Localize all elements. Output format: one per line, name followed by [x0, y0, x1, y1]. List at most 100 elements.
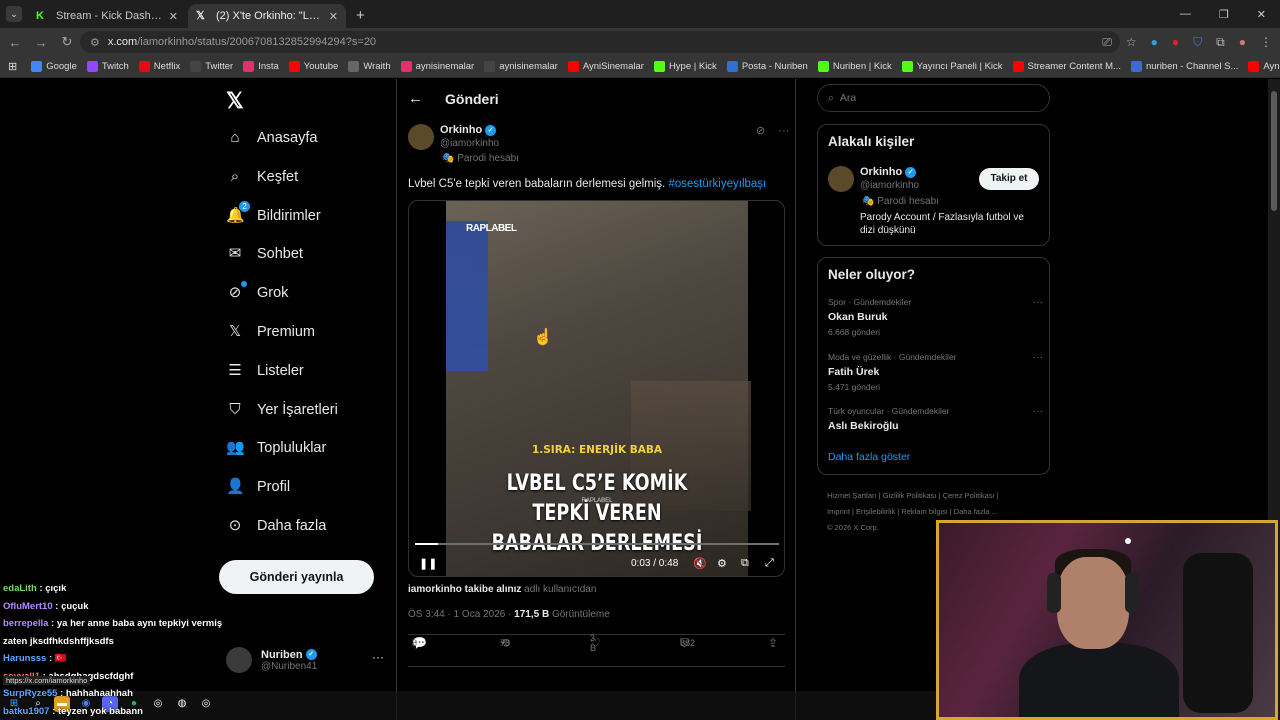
bookmark-item[interactable]: nuriben - Channel S... — [1130, 61, 1239, 72]
trend-item[interactable]: Spor · Gündemdekiler Okan Buruk 6.668 gö… — [828, 297, 1043, 337]
bookmark-item[interactable]: Streamer Content M... — [1012, 61, 1121, 72]
bookmark-item[interactable]: Hype | Kick — [653, 61, 717, 72]
youtube-icon — [567, 61, 579, 72]
mask-icon: 🎭 — [862, 196, 878, 207]
parody-label: 🎭 Parodi hesabı — [862, 196, 939, 207]
more-dots-icon[interactable]: ··· — [778, 125, 789, 137]
nav-item-mail[interactable]: ✉ Sohbet — [226, 245, 303, 263]
video-frame[interactable]: RAPLABEL 1.SIRA: ENERJİK BABA LVBEL C5’E… — [446, 201, 751, 576]
search-input[interactable]: ⌕ Ara — [817, 84, 1050, 112]
close-window-icon[interactable]: ✕ — [1257, 8, 1266, 21]
avatar[interactable] — [408, 124, 434, 150]
bookmark-item[interactable]: aynisinemalar — [484, 61, 558, 72]
forward-arrow-icon[interactable]: → — [28, 35, 54, 50]
profile-avatar[interactable]: ● — [1239, 35, 1246, 49]
nav-item-x[interactable]: 𝕏 Premium — [226, 323, 315, 341]
nav-item-search[interactable]: ⌕ Keşfet — [226, 168, 298, 186]
back-arrow-icon[interactable]: ← — [408, 90, 423, 107]
close-icon[interactable]: ✕ — [169, 10, 178, 23]
chat-message: OfluMert10 : çuçuk — [3, 598, 243, 616]
extension-icon[interactable]: ● — [1172, 35, 1179, 49]
follow-button[interactable]: Takip et — [979, 168, 1039, 190]
mail-icon: ✉ — [228, 245, 242, 263]
video-player[interactable]: RAPLABEL 1.SIRA: ENERJİK BABA LVBEL C5’E… — [408, 200, 785, 577]
cast-icon[interactable]: ⎚ — [1102, 35, 1112, 50]
star-icon[interactable]: ☆ — [1126, 35, 1137, 49]
tab-x-post[interactable]: 𝕏 (2) X'te Orkinho: "Lvbel C5'e tep ✕ — [188, 4, 346, 28]
new-tab-button[interactable]: + — [356, 7, 365, 24]
browser-tab-bar: ⌄ K Stream - Kick Dashboard ✕ 𝕏 (2) X'te… — [0, 0, 1280, 28]
nav-item-bell[interactable]: 🔔 2 Bildirimler — [226, 200, 321, 225]
nav-item-grok[interactable]: ⊘ Grok — [226, 281, 288, 302]
bookmark-item[interactable]: Aynı Sinemalar - Ça... — [1248, 61, 1280, 72]
hashtag-link[interactable]: #osestürkiyeyılbaşı — [668, 178, 766, 190]
trend-item[interactable]: Moda ve güzellik · Gündemdekiler Fatih Ü… — [828, 352, 1043, 392]
maximize-icon[interactable]: ❐ — [1219, 8, 1229, 21]
bookmark-item[interactable]: Wraith — [348, 61, 391, 72]
grok-icon[interactable]: ⊘ — [756, 125, 765, 137]
related-name[interactable]: Orkinho ✓ — [860, 166, 917, 178]
x-icon: 𝕏 — [196, 10, 205, 22]
video-progress-bar[interactable] — [415, 543, 779, 545]
settings-icon[interactable]: ⚙ — [717, 557, 727, 570]
bookmark-label: aynisinemalar — [415, 61, 475, 72]
chat-username: SurpRyze55 — [3, 688, 58, 699]
bookmark-item[interactable]: Netflix — [138, 61, 180, 72]
tweet-author-name[interactable]: Orkinho ✓ — [440, 124, 497, 136]
avatar[interactable] — [828, 166, 854, 192]
extension-icon[interactable]: ● — [1151, 35, 1158, 49]
bookmark-item[interactable]: Youtube — [288, 61, 338, 72]
x-logo-icon[interactable]: 𝕏 — [226, 88, 244, 114]
nav-item-more-circle[interactable]: ⊙ Daha fazla — [226, 517, 327, 535]
kick-icon — [901, 61, 913, 72]
nav-item-bookmark[interactable]: ⛉ Yer İşaretleri — [226, 401, 338, 419]
channel-icon — [1130, 61, 1142, 72]
fullscreen-icon[interactable]: ⤢ — [765, 557, 774, 570]
more-dots-icon[interactable]: ··· — [1033, 406, 1043, 417]
nav-item-list[interactable]: ☰ Listeler — [226, 362, 303, 380]
url-input[interactable]: ⚙ x.com/iamorkinho/status/20067081328529… — [80, 31, 1120, 53]
apps-grid-icon[interactable]: ⊞ — [8, 60, 17, 73]
menu-dots-icon[interactable]: ⋮ — [1260, 35, 1272, 49]
nav-item-people[interactable]: 👥 Topluluklar — [226, 439, 326, 457]
share-icon: ⇪ — [768, 636, 779, 650]
more-dots-icon[interactable]: ··· — [1033, 297, 1043, 308]
trend-item[interactable]: Türk oyuncular · Gündemdekiler Aslı Beki… — [828, 406, 1043, 432]
more-dots-icon[interactable]: ··· — [1033, 352, 1043, 363]
bookmark-item[interactable]: Posta - Nuriben — [726, 61, 808, 72]
minimize-icon[interactable]: — — [1180, 8, 1191, 20]
shield-icon[interactable]: ⛉ — [1193, 35, 1202, 50]
pip-icon[interactable]: ⧉ — [741, 557, 749, 570]
show-more-link[interactable]: Daha fazla göster — [828, 451, 910, 463]
puzzle-icon[interactable]: ⧉ — [1216, 35, 1225, 50]
close-icon[interactable]: ✕ — [329, 10, 338, 23]
nav-label: Topluluklar — [257, 440, 327, 457]
more-dots-icon[interactable]: ··· — [372, 650, 384, 664]
pause-icon[interactable]: ❚❚ — [419, 557, 437, 570]
back-arrow-icon[interactable]: ← — [2, 35, 28, 50]
tab-search-dropdown[interactable]: ⌄ — [6, 6, 22, 22]
site-info-icon[interactable]: ⚙ — [90, 36, 100, 49]
nav-label: Sohbet — [257, 246, 303, 263]
tweet-author-handle[interactable]: @iamorkinho — [440, 138, 499, 149]
page-title: Gönderi — [445, 90, 499, 107]
account-switcher[interactable]: Nuriben ✓ @Nuriben41 ··· — [226, 644, 386, 676]
bookmark-item[interactable]: Insta — [243, 61, 279, 72]
x-icon: 𝕏 — [228, 323, 242, 340]
bookmark-label: nuriben - Channel S... — [1145, 61, 1239, 72]
bookmark-item[interactable]: Google — [31, 61, 77, 72]
bookmark-item[interactable]: Twitter — [190, 61, 233, 72]
reload-icon[interactable]: ↻ — [54, 34, 80, 50]
related-handle[interactable]: @iamorkinho — [860, 180, 919, 191]
bookmark-item[interactable]: Yayıncı Paneli | Kick — [901, 61, 1003, 72]
bookmark-item[interactable]: aynisinemalar — [400, 61, 475, 72]
nav-item-user[interactable]: 👤 Profil — [226, 478, 290, 496]
grok-icon: ⊘ — [226, 281, 247, 302]
mute-icon[interactable]: 🔇 — [693, 557, 707, 570]
bookmark-item[interactable]: Twitch — [86, 61, 129, 72]
tab-kick-dashboard[interactable]: K Stream - Kick Dashboard ✕ — [28, 4, 186, 28]
nav-item-home[interactable]: ⌂ Anasayfa — [226, 129, 317, 147]
bookmark-item[interactable]: AyniSinemalar — [567, 61, 644, 72]
bookmark-item[interactable]: Nuriben | Kick — [817, 61, 892, 72]
tweet-meta: ÖS 3:44 · 1 Oca 2026 · 171,5 B Görüntüle… — [408, 609, 610, 620]
